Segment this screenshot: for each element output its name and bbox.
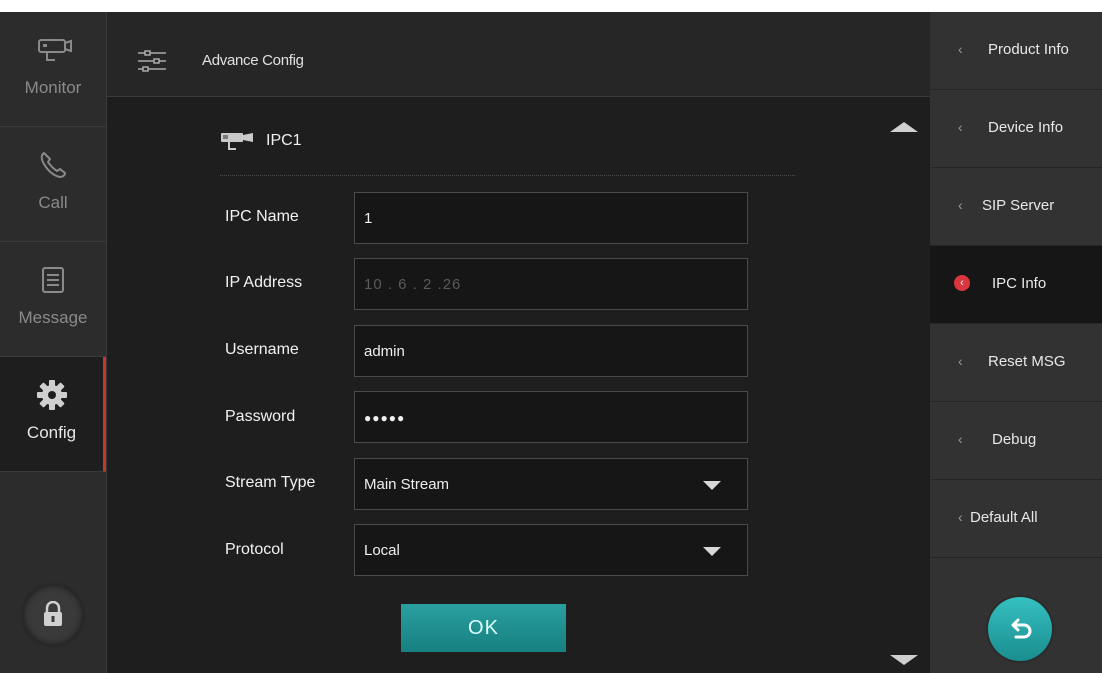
scroll-up-arrow[interactable] — [890, 122, 918, 132]
stream-type-label: Stream Type — [225, 474, 316, 491]
nav-label: Config — [26, 423, 77, 442]
menu-item-label: Product Info — [988, 41, 1069, 58]
nav-label: Call — [38, 193, 68, 212]
lock-icon — [44, 601, 62, 626]
app-screen: Monitor Call Message Config Advance Conf… — [0, 12, 1102, 673]
menu-item-ipc-info[interactable]: ‹ IPC Info — [930, 246, 1102, 324]
nav-message[interactable]: Message — [0, 242, 106, 357]
ip-address-input[interactable]: 10 . 6 . 2 .26 — [354, 258, 748, 310]
nav-label: Message — [18, 308, 88, 327]
ip-address-label: IP Address — [225, 274, 303, 291]
chevron-down-icon — [703, 547, 721, 556]
chevron-left-icon: ‹ — [958, 119, 963, 135]
menu-item-default-all[interactable]: ‹ Default All — [930, 480, 1102, 558]
section-divider — [220, 175, 795, 176]
main-panel: Advance Config IPC1 IPC Name 1 IP Addres… — [107, 12, 930, 673]
chevron-left-icon: ‹ — [958, 431, 963, 447]
return-icon — [1011, 618, 1032, 639]
chevron-left-icon: ‹ — [958, 41, 963, 57]
title-bar: Advance Config — [107, 12, 930, 97]
menu-item-label: Default All — [970, 509, 1038, 526]
menu-item-product-info[interactable]: ‹ Product Info — [930, 12, 1102, 90]
back-button[interactable] — [988, 597, 1052, 661]
ipc-name-label: IPC Name — [225, 208, 299, 225]
menu-item-reset-msg[interactable]: ‹ Reset MSG — [930, 324, 1102, 402]
stream-type-select[interactable]: Main Stream — [354, 458, 748, 510]
menu-item-label: IPC Info — [992, 275, 1047, 292]
menu-item-label: Reset MSG — [988, 353, 1066, 370]
nav-config[interactable]: Config — [0, 357, 106, 472]
menu-item-label: SIP Server — [982, 197, 1055, 214]
menu-item-device-info[interactable]: ‹ Device Info — [930, 90, 1102, 168]
protocol-label: Protocol — [225, 541, 284, 558]
menu-item-sip-server[interactable]: ‹ SIP Server — [930, 168, 1102, 246]
nav-monitor[interactable]: Monitor — [0, 12, 106, 127]
active-marker-icon: ‹ — [954, 275, 970, 291]
password-input[interactable]: ●●●●● — [354, 391, 748, 443]
nav-label: Monitor — [24, 78, 82, 97]
stream-type-value: Main Stream — [364, 476, 450, 493]
gear-icon — [36, 380, 67, 410]
message-icon — [42, 267, 64, 293]
section-title: IPC1 — [266, 132, 302, 149]
page-title: Advance Config — [202, 52, 304, 69]
username-label: Username — [225, 341, 299, 358]
ipc-name-input[interactable]: 1 — [354, 192, 748, 244]
monitor-camera-icon — [38, 39, 72, 61]
sliders-icon — [138, 50, 166, 72]
ok-button[interactable]: OK — [401, 604, 566, 652]
scroll-down-arrow[interactable] — [890, 655, 918, 665]
chevron-left-icon: ‹ — [958, 353, 963, 369]
menu-item-label: Debug — [992, 431, 1037, 448]
protocol-select[interactable]: Local — [354, 524, 748, 576]
username-input[interactable]: admin — [354, 325, 748, 377]
phone-icon — [40, 152, 66, 178]
nav-call[interactable]: Call — [0, 127, 106, 242]
ip-camera-icon — [221, 133, 253, 150]
chevron-down-icon — [703, 481, 721, 490]
lock-button[interactable] — [22, 584, 84, 646]
menu-item-debug[interactable]: ‹ Debug — [930, 402, 1102, 480]
protocol-value: Local — [364, 542, 400, 559]
right-menu: ‹ Product Info ‹ Device Info ‹ SIP Serve… — [930, 12, 1102, 673]
left-nav: Monitor Call Message Config — [0, 12, 107, 673]
chevron-left-icon: ‹ — [958, 509, 963, 525]
menu-item-label: Device Info — [988, 119, 1064, 136]
password-label: Password — [225, 408, 296, 425]
chevron-left-icon: ‹ — [958, 197, 963, 213]
